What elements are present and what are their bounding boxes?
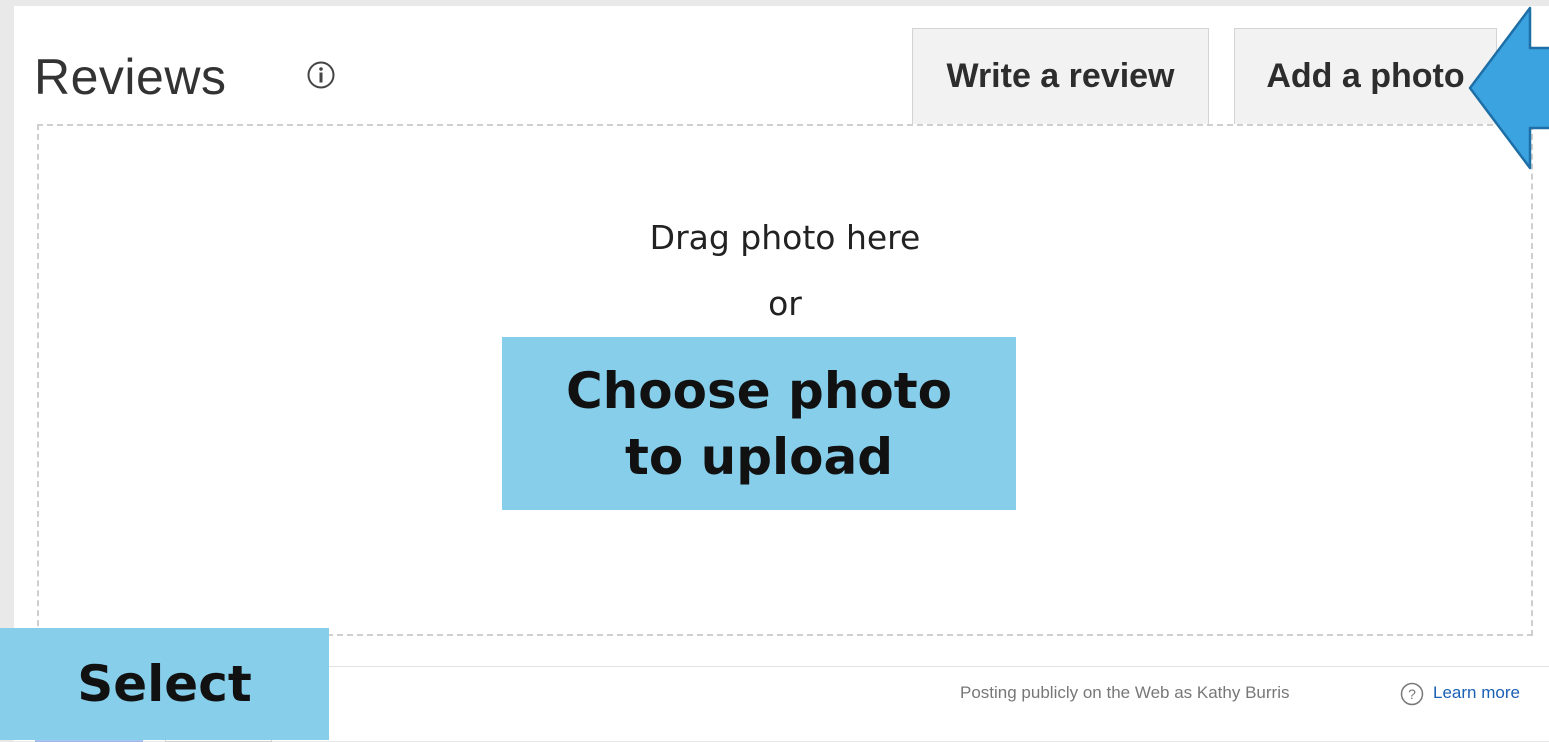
choose-photo-label-line2: to upload xyxy=(624,427,894,486)
question-circle-icon: ? xyxy=(1400,682,1424,706)
select-callout: Select xyxy=(0,628,329,740)
pointer-arrow-icon xyxy=(1468,6,1549,170)
drag-photo-text: Drag photo here xyxy=(649,218,921,257)
tab-add-a-photo[interactable]: Add a photo xyxy=(1234,28,1497,124)
learn-more-link[interactable]: Learn more xyxy=(1433,683,1520,703)
or-text: or xyxy=(768,284,802,323)
svg-text:?: ? xyxy=(1408,686,1416,702)
choose-photo-button[interactable]: Choose photo to upload xyxy=(502,337,1016,510)
choose-photo-label-line1: Choose photo xyxy=(565,361,953,420)
reviews-title: Reviews xyxy=(34,49,227,105)
info-circle-icon[interactable] xyxy=(306,60,336,90)
posting-publicly-text: Posting publicly on the Web as Kathy Bur… xyxy=(960,683,1290,702)
tab-write-a-review[interactable]: Write a review xyxy=(912,28,1209,124)
